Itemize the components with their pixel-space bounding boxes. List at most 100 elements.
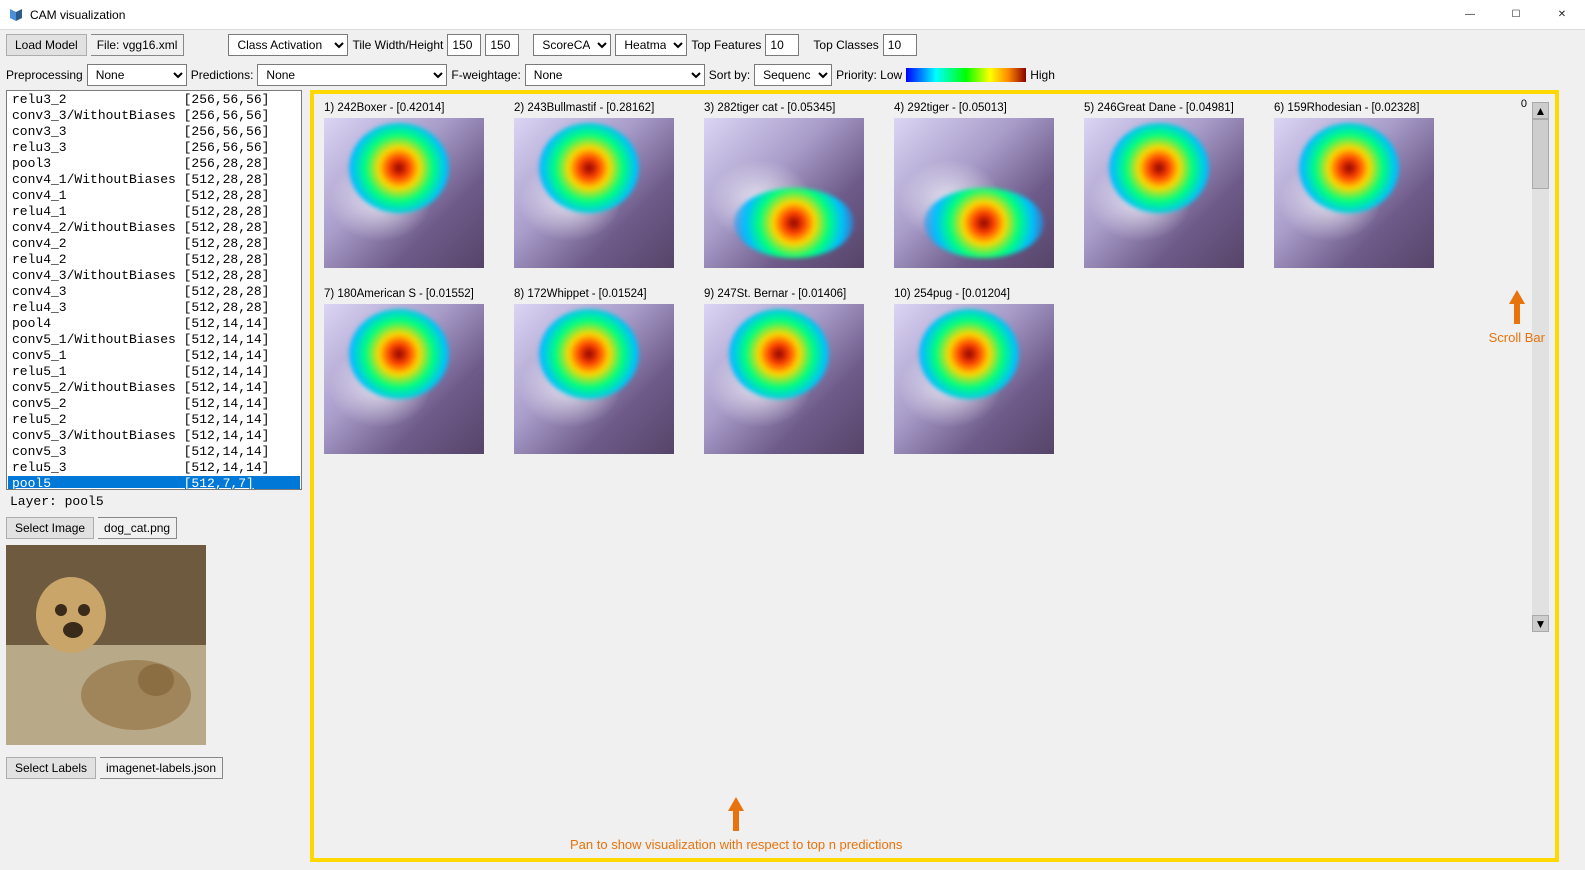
tile-image: [514, 118, 674, 268]
layer-row[interactable]: relu3_2 [256,56,56]: [8, 92, 300, 108]
tile-wh-label: Tile Width/Height: [352, 38, 443, 52]
top-classes-input[interactable]: [883, 34, 917, 56]
tile-caption: 3) 282 tiger cat - [0.05345]: [704, 102, 864, 118]
fweightage-select[interactable]: None: [525, 64, 705, 86]
app-icon: [8, 7, 24, 23]
layer-row[interactable]: conv5_2/WithoutBiases [512,14,14]: [8, 380, 300, 396]
model-file-label: File: vgg16.xml: [91, 34, 185, 56]
scroll-down-button[interactable]: ▼: [1532, 615, 1549, 632]
tile-image: [704, 118, 864, 268]
minimize-button[interactable]: —: [1447, 0, 1493, 30]
layer-row[interactable]: relu5_1 [512,14,14]: [8, 364, 300, 380]
layer-row[interactable]: conv4_1/WithoutBiases [512,28,28]: [8, 172, 300, 188]
layer-row[interactable]: conv5_3 [512,14,14]: [8, 444, 300, 460]
tile-image: [894, 118, 1054, 268]
cam-tile[interactable]: 10) 254 pug - [0.01204]: [894, 288, 1054, 454]
scroll-value-label: 0: [1521, 98, 1527, 110]
tile-image: [324, 304, 484, 454]
layer-row[interactable]: pool3 [256,28,28]: [8, 156, 300, 172]
pan-annotation: Pan to show visualization with respect t…: [570, 797, 902, 852]
cam-tile[interactable]: 3) 282 tiger cat - [0.05345]: [704, 102, 864, 268]
layer-listbox[interactable]: relu3_2 [256,56,56]conv3_3/WithoutBiases…: [6, 90, 302, 490]
tile-caption: 5) 246 Great Dane - [0.04981]: [1084, 102, 1244, 118]
preprocessing-label: Preprocessing: [6, 68, 83, 82]
tile-caption: 4) 292 tiger - [0.05013]: [894, 102, 1054, 118]
scroll-up-button[interactable]: ▲: [1532, 102, 1549, 119]
cam-tile[interactable]: 8) 172 Whippet - [0.01524]: [514, 288, 674, 454]
heatmap-select[interactable]: Heatmap: [615, 34, 687, 56]
select-labels-button[interactable]: Select Labels: [6, 757, 96, 779]
layer-row[interactable]: conv4_2/WithoutBiases [512,28,28]: [8, 220, 300, 236]
vertical-scrollbar[interactable]: ▲ ▼: [1532, 102, 1549, 632]
cam-tile[interactable]: 1) 242 Boxer - [0.42014]: [324, 102, 484, 268]
predictions-label: Predictions:: [191, 68, 254, 82]
predictions-select[interactable]: None: [257, 64, 447, 86]
preprocessing-select[interactable]: None: [87, 64, 187, 86]
window-title: CAM visualization: [30, 8, 1447, 22]
tile-image: [894, 304, 1054, 454]
layer-row[interactable]: conv5_1/WithoutBiases [512,14,14]: [8, 332, 300, 348]
cam-tile[interactable]: 6) 159 Rhodesian - [0.02328]: [1274, 102, 1434, 268]
tile-height-input[interactable]: [485, 34, 519, 56]
layer-row[interactable]: relu4_3 [512,28,28]: [8, 300, 300, 316]
layer-row[interactable]: conv3_3/WithoutBiases [256,56,56]: [8, 108, 300, 124]
layer-row[interactable]: relu4_1 [512,28,28]: [8, 204, 300, 220]
tile-caption: 8) 172 Whippet - [0.01524]: [514, 288, 674, 304]
cam-tile[interactable]: 5) 246 Great Dane - [0.04981]: [1084, 102, 1244, 268]
tile-image: [514, 304, 674, 454]
layer-row[interactable]: pool4 [512,14,14]: [8, 316, 300, 332]
scrollbar-annotation: Scroll Bar: [1489, 290, 1545, 345]
tile-width-input[interactable]: [447, 34, 481, 56]
layer-row[interactable]: relu3_3 [256,56,56]: [8, 140, 300, 156]
tile-caption: 9) 247 St. Bernar - [0.01406]: [704, 288, 864, 304]
layer-row[interactable]: relu4_2 [512,28,28]: [8, 252, 300, 268]
layer-row[interactable]: pool5 [512,7,7]: [8, 476, 300, 490]
titlebar: CAM visualization — ☐ ✕: [0, 0, 1585, 30]
cam-tile[interactable]: 9) 247 St. Bernar - [0.01406]: [704, 288, 864, 454]
layer-row[interactable]: relu5_2 [512,14,14]: [8, 412, 300, 428]
load-model-button[interactable]: Load Model: [6, 34, 87, 56]
layer-row[interactable]: conv4_2 [512,28,28]: [8, 236, 300, 252]
tile-caption: 6) 159 Rhodesian - [0.02328]: [1274, 102, 1434, 118]
tile-image: [1274, 118, 1434, 268]
select-image-button[interactable]: Select Image: [6, 517, 94, 539]
tile-image: [704, 304, 864, 454]
scroll-thumb[interactable]: [1532, 119, 1549, 189]
class-activation-select[interactable]: Class Activation: [228, 34, 348, 56]
layer-row[interactable]: conv3_3 [256,56,56]: [8, 124, 300, 140]
top-features-label: Top Features: [691, 38, 761, 52]
layer-row[interactable]: conv4_1 [512,28,28]: [8, 188, 300, 204]
input-image-preview: [6, 545, 206, 745]
image-file-label: dog_cat.png: [98, 517, 177, 539]
toolbar-row-2: Preprocessing None Predictions: None F-w…: [0, 60, 1585, 90]
scroll-track[interactable]: [1532, 119, 1549, 615]
sortby-select[interactable]: Sequence: [754, 64, 832, 86]
visualization-panel: 1) 242 Boxer - [0.42014] 2) 243 Bullmasti…: [310, 90, 1579, 862]
labels-file-label: imagenet-labels.json: [100, 757, 223, 779]
layer-row[interactable]: conv5_3/WithoutBiases [512,14,14]: [8, 428, 300, 444]
fweightage-label: F-weightage:: [451, 68, 520, 82]
maximize-button[interactable]: ☐: [1493, 0, 1539, 30]
cam-tile[interactable]: 7) 180 American S - [0.01552]: [324, 288, 484, 454]
top-classes-label: Top Classes: [813, 38, 878, 52]
tile-caption: 2) 243 Bullmastif - [0.28162]: [514, 102, 674, 118]
cam-tile[interactable]: 2) 243 Bullmastif - [0.28162]: [514, 102, 674, 268]
left-panel: relu3_2 [256,56,56]conv3_3/WithoutBiases…: [6, 90, 302, 862]
layer-row[interactable]: relu5_3 [512,14,14]: [8, 460, 300, 476]
layer-row[interactable]: conv5_1 [512,14,14]: [8, 348, 300, 364]
selected-layer-label: Layer: pool5: [6, 490, 302, 515]
tile-caption: 1) 242 Boxer - [0.42014]: [324, 102, 484, 118]
tile-image: [324, 118, 484, 268]
layer-row[interactable]: conv5_2 [512,14,14]: [8, 396, 300, 412]
sortby-label: Sort by:: [709, 68, 750, 82]
cam-tile[interactable]: 4) 292 tiger - [0.05013]: [894, 102, 1054, 268]
tile-caption: 10) 254 pug - [0.01204]: [894, 288, 1054, 304]
tile-grid[interactable]: 1) 242 Boxer - [0.42014] 2) 243 Bullmasti…: [324, 102, 1499, 802]
layer-row[interactable]: conv4_3 [512,28,28]: [8, 284, 300, 300]
priority-colorbar: [906, 68, 1026, 82]
close-button[interactable]: ✕: [1539, 0, 1585, 30]
top-features-input[interactable]: [765, 34, 799, 56]
layer-row[interactable]: conv4_3/WithoutBiases [512,28,28]: [8, 268, 300, 284]
tile-image: [1084, 118, 1244, 268]
scorecam-select[interactable]: ScoreCAM: [533, 34, 611, 56]
